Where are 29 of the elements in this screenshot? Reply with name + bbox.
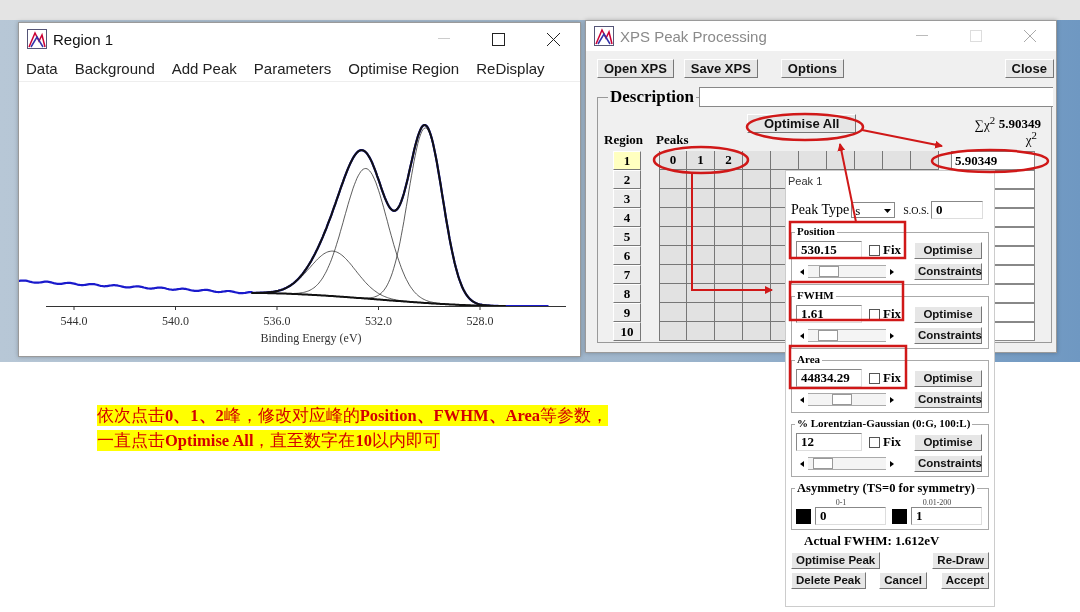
group-label: Position: [795, 225, 837, 237]
column-header: Region: [604, 133, 643, 147]
group-label: FWHM: [795, 289, 836, 301]
group-label: % Lorentzian-Gaussian (0:G, 100:L): [795, 417, 973, 429]
checkbox-label: Fix: [883, 434, 902, 450]
axis-label: Binding Energy (eV): [260, 331, 362, 345]
checkbox-label: Fix: [883, 306, 902, 322]
range-label: 0.01-200: [922, 498, 952, 507]
actual-fwhm: Actual FWHM: 1.612eV: [804, 533, 941, 549]
tick-label: 528.0: [466, 314, 494, 328]
tick-label: 544.0: [60, 314, 88, 328]
sum-chi-label: ∑χ$^{2}$: [974, 116, 996, 132]
note-text: 依次点击0、1、2峰，修改对应峰的Position、FWHM、Area等参数，: [97, 405, 609, 426]
tick-label: 536.0: [263, 314, 291, 328]
window-title: Region 1: [53, 30, 114, 48]
range-label: 0-1: [835, 498, 847, 507]
dialog-title: Peak 1: [788, 174, 824, 189]
window-title: XPS Peak Processing: [620, 27, 767, 45]
checkbox-label: Fix: [883, 242, 902, 258]
group-label: Asymmetry (TS=0 for symmetry): [795, 481, 978, 496]
column-header: Peaks: [656, 133, 689, 147]
tick-label: 532.0: [365, 314, 392, 328]
field-label: S.O.S.: [903, 204, 930, 216]
group-label: Description: [608, 87, 697, 107]
note-text: 一直点击Optimise All，直至数字在10以内即可: [97, 430, 440, 451]
field-label: Peak Type: [791, 202, 850, 218]
group-label: Area: [795, 353, 822, 365]
checkbox-label: Fix: [883, 370, 902, 386]
tick-label: 540.0: [162, 314, 189, 328]
